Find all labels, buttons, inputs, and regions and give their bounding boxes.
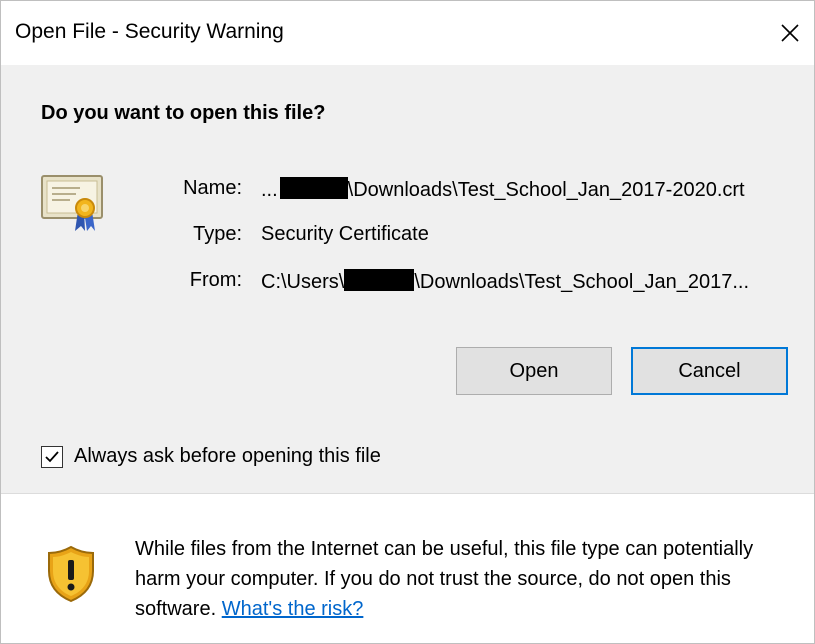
checkmark-icon: [45, 451, 59, 463]
title-bar: Open File - Security Warning: [1, 1, 814, 65]
file-source-value: C:\Users\ \Downloads\Test_School_Jan_2017…: [261, 269, 749, 294]
certificate-icon: [41, 175, 103, 231]
name-label: Name:: [183, 177, 242, 199]
close-icon: [781, 24, 799, 42]
from-label: From:: [189, 269, 242, 291]
security-warning-dialog: Open File - Security Warning Do you want…: [0, 0, 815, 644]
warning-message: While files from the Internet can be use…: [135, 534, 795, 624]
file-type-value: Security Certificate: [261, 223, 429, 245]
close-button[interactable]: [766, 11, 814, 57]
always-ask-label: Always ask before opening this file: [74, 445, 381, 467]
redaction-bar: [279, 177, 348, 199]
open-button[interactable]: Open: [456, 347, 612, 395]
whats-the-risk-link[interactable]: What's the risk?: [222, 598, 364, 620]
warning-footer: While files from the Internet can be use…: [1, 494, 814, 643]
type-label: Type:: [193, 223, 242, 245]
cancel-button[interactable]: Cancel: [631, 347, 788, 395]
always-ask-checkbox[interactable]: [41, 446, 63, 468]
file-source-suffix: \Downloads\Test_School_Jan_2017...: [414, 271, 750, 293]
warning-shield-icon: [48, 545, 94, 603]
file-name-suffix: \Downloads\Test_School_Jan_2017-2020.crt: [347, 179, 745, 201]
file-source-prefix: C:\Users\: [261, 271, 345, 293]
file-name-value: ... \Downloads\Test_School_Jan_2017-2020.…: [261, 177, 745, 202]
file-name-prefix: ...: [261, 179, 278, 201]
redaction-bar: [344, 269, 415, 291]
window-title: Open File - Security Warning: [15, 20, 284, 43]
dialog-question: Do you want to open this file?: [41, 102, 326, 124]
